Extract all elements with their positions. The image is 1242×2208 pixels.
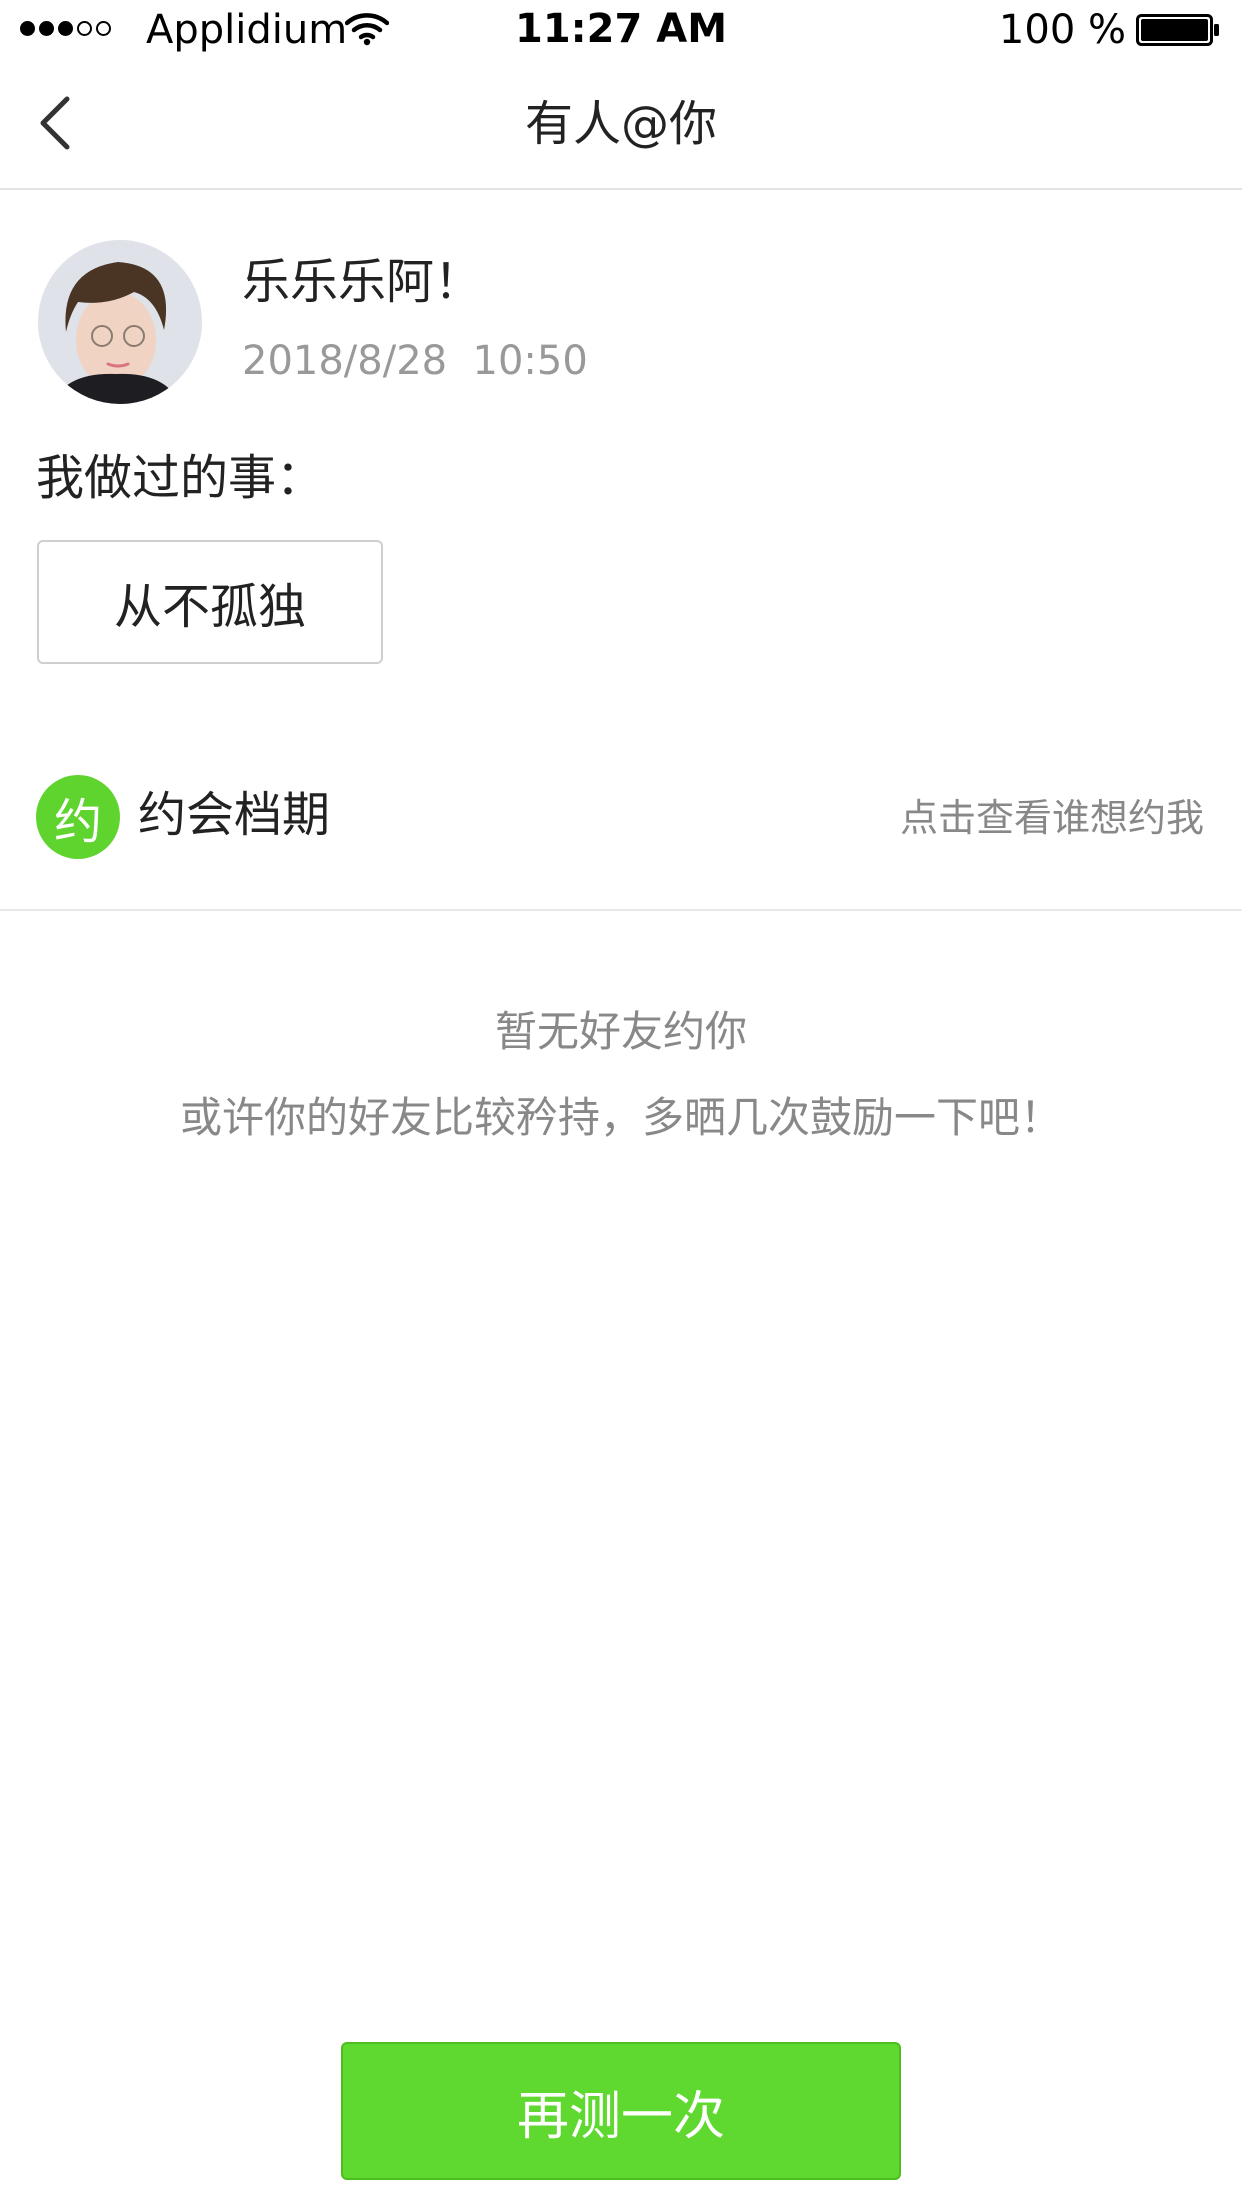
avatar-image	[38, 240, 202, 404]
did-things-tag: 从不孤独	[37, 540, 383, 664]
avatar[interactable]	[38, 240, 202, 404]
view-who-wants-date-link[interactable]: 点击查看谁想约我	[900, 793, 1204, 843]
status-bar: Applidium 11:27 AM 100 %	[0, 0, 1242, 62]
page-title: 有人@你	[524, 96, 717, 152]
date-schedule-title: 约会档期	[138, 787, 331, 843]
post-date: 2018/8/28 10:50	[242, 338, 588, 384]
battery-percent: 100 %	[998, 7, 1126, 53]
user-name: 乐乐乐阿！	[242, 254, 483, 310]
empty-state-title: 暂无好友约你	[494, 1007, 747, 1056]
empty-state-description: 或许你的好友比较矜持，多晒几次鼓励一下吧！	[179, 1093, 1062, 1142]
date-schedule-row[interactable]: 约 约会档期 点击查看谁想约我	[0, 765, 1242, 911]
did-things-label: 我做过的事：	[36, 450, 325, 506]
nav-bar: 有人@你	[0, 62, 1242, 190]
retry-button[interactable]: 再测一次	[341, 2042, 901, 2180]
date-badge-icon: 约	[36, 775, 120, 859]
battery-icon	[1136, 14, 1219, 46]
